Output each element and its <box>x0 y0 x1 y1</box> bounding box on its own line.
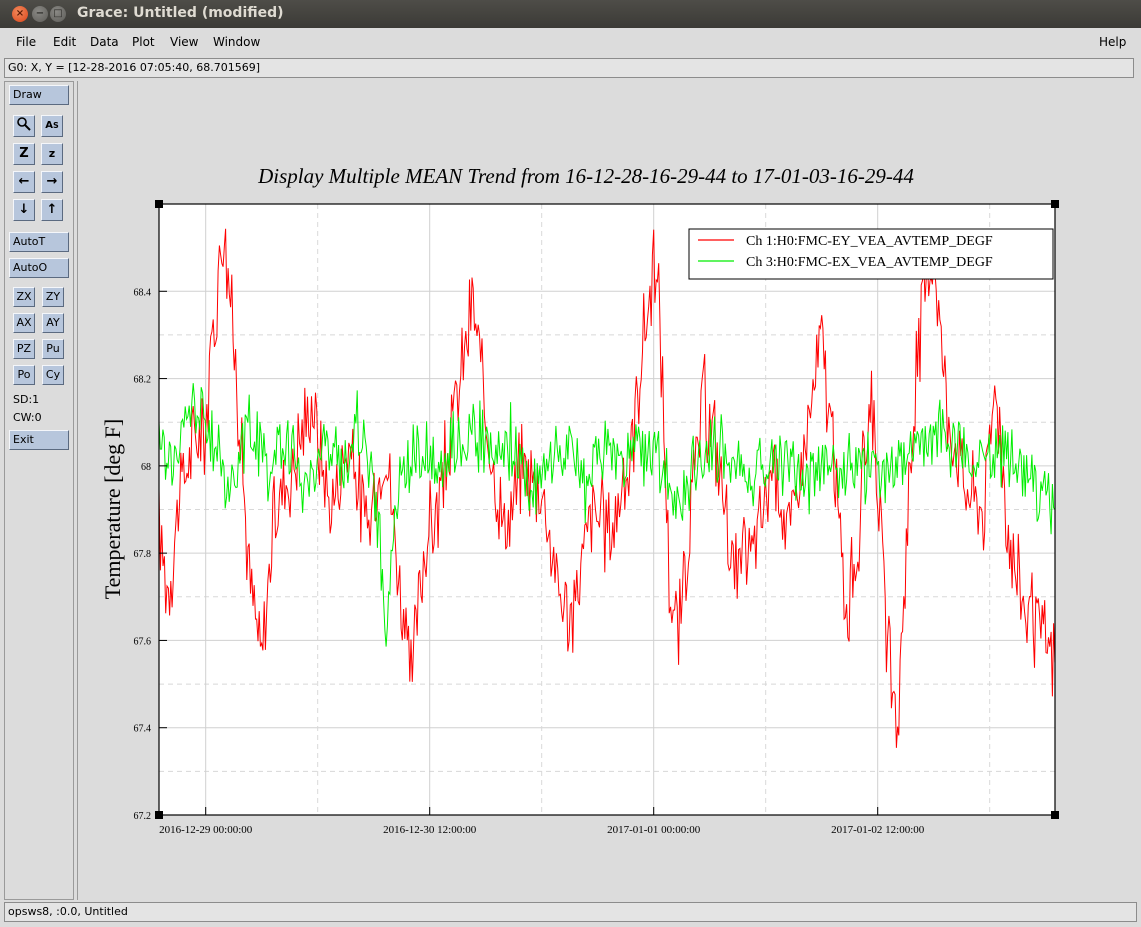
zx-button[interactable]: ZX <box>13 287 35 307</box>
menu-data[interactable]: Data <box>90 35 119 49</box>
autoo-button[interactable]: AutoO <box>9 258 69 278</box>
chart-title: Display Multiple MEAN Trend from 16-12-2… <box>257 164 914 188</box>
menu-file[interactable]: File <box>16 35 36 49</box>
menu-help[interactable]: Help <box>1099 35 1126 49</box>
menu-view[interactable]: View <box>170 35 198 49</box>
menu-plot[interactable]: Plot <box>132 35 155 49</box>
down-arrow-icon[interactable]: ↓ <box>13 199 35 221</box>
po-button[interactable]: Po <box>13 365 35 385</box>
plot-canvas[interactable]: Display Multiple MEAN Trend from 16-12-2… <box>77 81 1137 900</box>
zoom-out-icon[interactable]: z <box>41 143 63 165</box>
y-tick-label: 67.8 <box>134 549 152 560</box>
tool-panel: Draw AS Z z ← → ↓ ↑ AutoT AutoO ZX ZY AX… <box>4 81 74 900</box>
ax-button[interactable]: AX <box>13 313 35 333</box>
y-tick-label: 67.6 <box>134 636 152 647</box>
draw-button[interactable]: Draw <box>9 85 69 105</box>
autoscale-icon[interactable]: AS <box>41 115 63 137</box>
maximize-window-button[interactable]: □ <box>50 6 66 22</box>
x-tick-label: 2016-12-29 00:00:00 <box>159 824 253 836</box>
status-text: opsws8, :0.0, Untitled <box>8 905 128 918</box>
x-tick-label: 2017-01-02 12:00:00 <box>831 824 925 836</box>
menu-window[interactable]: Window <box>213 35 260 49</box>
menu-bar: File Edit Data Plot View Window Help <box>0 28 1141 56</box>
y-tick-label: 68.2 <box>134 375 152 386</box>
coordinate-readout: G0: X, Y = [12-28-2016 07:05:40, 68.7015… <box>4 58 1134 78</box>
cy-button[interactable]: Cy <box>42 365 64 385</box>
coordinate-readout-text: G0: X, Y = [12-28-2016 07:05:40, 68.7015… <box>8 61 261 74</box>
selection-handle <box>1051 811 1059 819</box>
right-arrow-icon[interactable]: → <box>41 171 63 193</box>
selection-handle <box>155 200 163 208</box>
selection-handle <box>1051 200 1059 208</box>
ay-button[interactable]: AY <box>42 313 64 333</box>
legend: Ch 1:H0:FMC-EY_VEA_AVTEMP_DEGF Ch 3:H0:FM… <box>688 228 1054 280</box>
x-tick-label: 2016-12-30 12:00:00 <box>383 824 477 836</box>
status-bar: opsws8, :0.0, Untitled <box>4 902 1137 922</box>
minimize-window-button[interactable]: − <box>32 6 48 22</box>
legend-entry: Ch 3:H0:FMC-EX_VEA_AVTEMP_DEGF <box>746 255 993 270</box>
zoom-in-icon[interactable]: Z <box>13 143 35 165</box>
up-arrow-icon[interactable]: ↑ <box>41 199 63 221</box>
trend-chart: Display Multiple MEAN Trend from 16-12-2… <box>100 164 1059 836</box>
close-window-button[interactable]: × <box>12 6 28 22</box>
left-arrow-icon[interactable]: ← <box>13 171 35 193</box>
menu-edit[interactable]: Edit <box>53 35 76 49</box>
zoom-icon[interactable] <box>13 115 35 137</box>
y-tick-label: 67.4 <box>134 724 152 735</box>
zoom-icon-glyph <box>17 117 31 131</box>
pz-button[interactable]: PZ <box>13 339 35 359</box>
pu-button[interactable]: Pu <box>42 339 64 359</box>
current-world-label: CW:0 <box>13 411 42 424</box>
selection-handle <box>155 811 163 819</box>
y-tick-label: 67.2 <box>134 811 152 822</box>
x-tick-label: 2017-01-01 00:00:00 <box>607 824 701 836</box>
legend-entry: Ch 1:H0:FMC-EY_VEA_AVTEMP_DEGF <box>746 234 993 249</box>
y-tick-label: 68 <box>141 462 151 473</box>
exit-button[interactable]: Exit <box>9 430 69 450</box>
y-axis-label: Temperature [deg F] <box>100 419 125 600</box>
y-tick-label: 68.4 <box>134 287 152 298</box>
set-display-label: SD:1 <box>13 393 40 406</box>
window-title: Grace: Untitled (modified) <box>77 5 284 21</box>
window-titlebar: × − □ Grace: Untitled (modified) <box>0 0 1141 28</box>
autot-button[interactable]: AutoT <box>9 232 69 252</box>
zy-button[interactable]: ZY <box>42 287 64 307</box>
